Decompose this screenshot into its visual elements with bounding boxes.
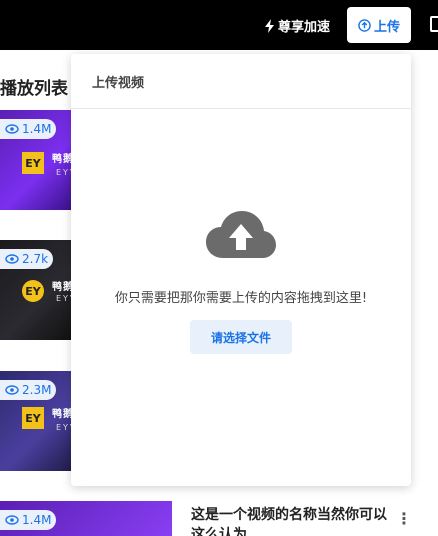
vip-label: 尊享加速 — [278, 20, 331, 35]
vip-accelerate-link[interactable]: 尊享加速 — [264, 16, 330, 35]
upload-label: 上传 — [373, 19, 400, 35]
window-icon[interactable] — [430, 16, 438, 32]
brand-text: 鸭鹅 — [52, 154, 72, 165]
brand-text: 鸭鹅 — [52, 282, 72, 293]
brand-subtext: EYV — [56, 168, 72, 177]
upload-cloud-icon — [358, 18, 371, 32]
video-title[interactable]: 这是一个视频的名称当然你可以这么认为 — [191, 505, 391, 536]
drop-instructions: 你只需要把那你需要上传的内容拖拽到这里! — [114, 291, 368, 306]
views-count: 1.4M — [22, 513, 52, 527]
more-options-icon[interactable]: ⋮ — [396, 509, 412, 528]
brand-subtext: EYV — [56, 423, 72, 432]
views-count: 2.7k — [22, 252, 49, 266]
lightning-icon — [265, 18, 274, 33]
views-badge: 1.4M — [0, 119, 57, 139]
video-thumbnail[interactable]: 2.7k EY 鸭鹅 EYV — [0, 240, 72, 340]
top-bar: 尊享加速 上传 — [0, 0, 438, 50]
choose-file-button[interactable]: 请选择文件 — [190, 320, 292, 354]
eye-icon — [5, 124, 19, 134]
views-count: 2.3M — [22, 383, 52, 397]
eye-icon — [5, 515, 19, 525]
views-count: 1.4M — [22, 122, 52, 136]
playlist-title: 播放列表 — [0, 79, 68, 99]
logo-badge: EY — [22, 280, 44, 302]
upload-button[interactable]: 上传 — [347, 7, 411, 43]
views-badge: 1.4M — [0, 510, 57, 530]
upload-panel-title: 上传视频 — [71, 54, 411, 109]
logo-badge: EY — [22, 152, 44, 174]
brand-subtext: EYV — [56, 294, 72, 303]
video-thumbnail[interactable]: 1.4M EY 鸭鹅 EYV — [0, 110, 72, 210]
views-badge: 2.3M — [0, 380, 57, 400]
brand-text: 鸭鹅 — [52, 409, 72, 420]
eye-icon — [5, 254, 19, 264]
views-badge: 2.7k — [0, 249, 54, 269]
eye-icon — [5, 385, 19, 395]
video-thumbnail[interactable]: 2.3M EY 鸭鹅 EYV — [0, 371, 72, 471]
video-thumbnail[interactable]: 1.4M — [0, 501, 172, 536]
logo-badge: EY — [22, 407, 44, 429]
cloud-upload-icon — [206, 211, 276, 258]
upload-panel: 上传视频 你只需要把那你需要上传的内容拖拽到这里! 请选择文件 — [71, 54, 411, 486]
